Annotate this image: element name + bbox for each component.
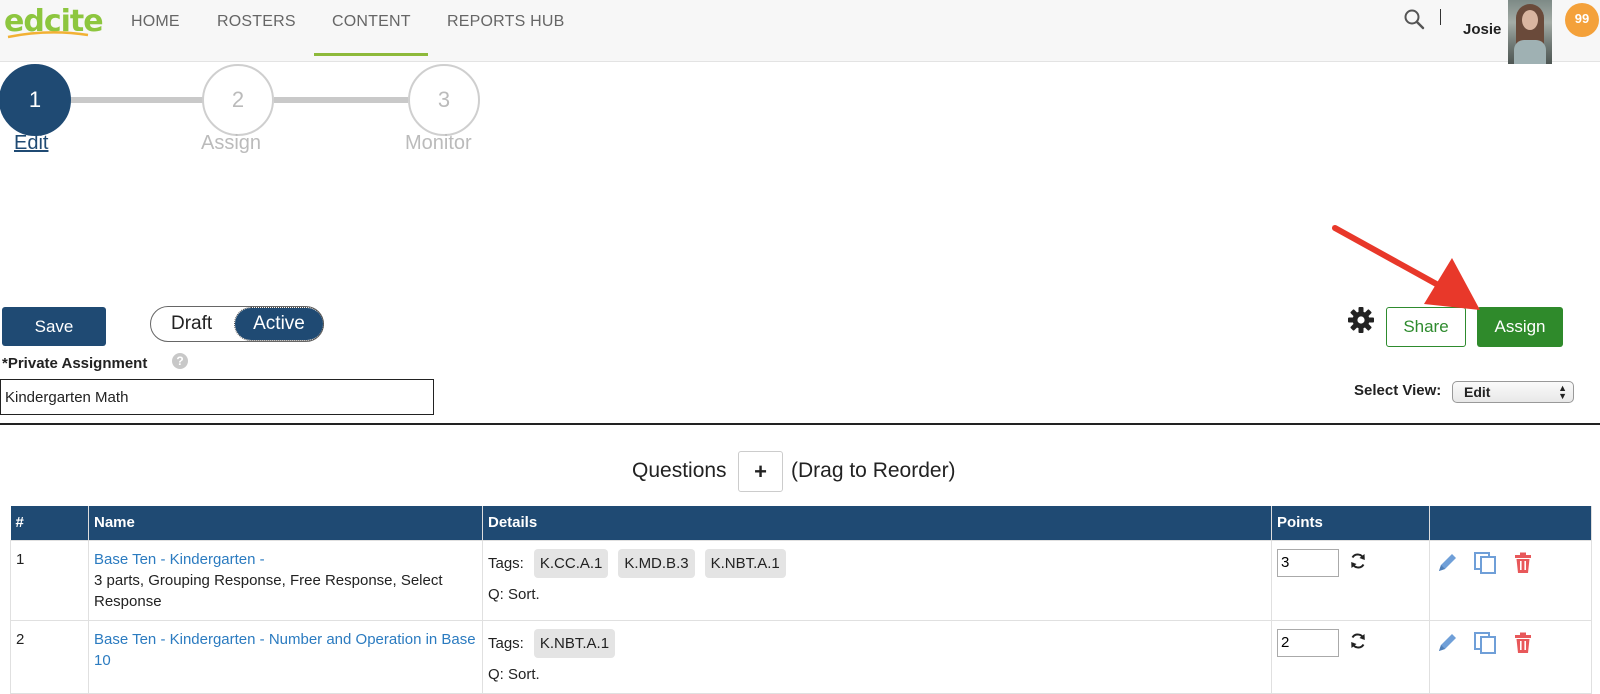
row-actions-cell [1429,619,1592,694]
questions-table: # Name Details Points 1 Base Ten - Kinde… [10,506,1592,694]
section-divider [0,423,1600,425]
tag-chip[interactable]: K.NBT.A.1 [533,628,616,658]
select-caret-icon: ▲ ▼ [1558,383,1567,401]
nav-reports-hub[interactable]: REPORTS HUB [447,12,564,56]
question-name-link[interactable]: Base Ten - Kindergarten - [94,549,477,570]
toggle-active-option[interactable]: Active [234,307,324,341]
refresh-icon[interactable] [1349,552,1367,570]
delete-trash-icon[interactable] [1511,551,1535,575]
points-input[interactable] [1277,628,1339,657]
tag-chip[interactable]: K.MD.B.3 [618,548,695,578]
points-input[interactable] [1277,548,1339,577]
tag-chip[interactable]: K.CC.A.1 [533,548,609,578]
status-toggle[interactable]: Draft Active [150,306,324,342]
question-description: 3 parts, Grouping Response, Free Respons… [94,571,443,610]
assignment-title-input[interactable] [0,379,434,415]
stepper-connector [70,97,204,103]
row-name-cell: Base Ten - Kindergarten - 3 parts, Group… [88,539,483,621]
row-name-cell: Base Ten - Kindergarten - Number and Ope… [88,619,483,694]
delete-trash-icon[interactable] [1511,631,1535,655]
step-2-circle[interactable]: 2 [202,64,274,136]
logo-swoosh-icon [7,31,89,39]
col-number: # [10,506,89,540]
table-row[interactable]: 2 Base Ten - Kindergarten - Number and O… [10,619,1592,694]
help-icon[interactable]: ? [172,353,188,369]
duplicate-icon[interactable] [1473,551,1497,575]
edit-pencil-icon[interactable] [1435,551,1459,575]
notification-badge[interactable]: 99 [1565,3,1599,37]
col-name: Name [88,506,483,540]
edit-pencil-icon[interactable] [1435,631,1459,655]
col-details: Details [482,506,1272,540]
row-number: 2 [10,619,89,694]
nav-rosters[interactable]: ROSTERS [217,12,296,56]
tag-chip[interactable]: K.NBT.A.1 [704,548,786,578]
save-button[interactable]: Save [2,307,106,346]
user-avatar[interactable] [1508,0,1552,64]
question-name-link[interactable]: Base Ten - Kindergarten - Number and Ope… [94,629,477,671]
questions-heading: Questions [632,459,727,482]
add-question-button[interactable]: + [738,451,783,492]
nav-home[interactable]: HOME [131,12,180,56]
stepper-connector [274,97,408,103]
duplicate-icon[interactable] [1473,631,1497,655]
top-navbar: edcite HOME ROSTERS CONTENT REPORTS HUB … [0,0,1600,64]
question-prompt: Q: Sort. [488,665,540,683]
tags-label: Tags: [488,554,524,572]
user-name[interactable]: Josie [1463,21,1501,38]
search-icon[interactable] [1403,8,1425,30]
select-view-label: Select View: [1354,382,1442,399]
select-view-value: Edit [1464,384,1491,400]
toggle-draft-option[interactable]: Draft [171,307,212,341]
step-assign-label[interactable]: Assign [201,132,261,155]
tags-label: Tags: [488,634,524,652]
row-points-cell [1271,539,1430,621]
question-prompt: Q: Sort. [488,585,540,603]
row-actions-cell [1429,539,1592,621]
drag-to-reorder-hint: (Drag to Reorder) [791,459,956,482]
step-edit-link[interactable]: Edit [14,132,48,155]
red-pointer-arrow-icon [1332,225,1480,310]
nav-content[interactable]: CONTENT [314,12,428,56]
table-header-row: # Name Details Points [10,506,1592,540]
row-points-cell [1271,619,1430,694]
assignment-title-label: *Private Assignment [2,355,148,372]
col-actions [1429,506,1592,540]
row-number: 1 [10,539,89,621]
refresh-icon[interactable] [1349,632,1367,650]
col-points: Points [1271,506,1430,540]
step-3-circle[interactable]: 3 [408,64,480,136]
step-1-circle[interactable]: 1 [0,64,71,136]
step-monitor-label[interactable]: Monitor [405,132,472,155]
select-view-dropdown[interactable]: Edit ▲ ▼ [1452,381,1574,403]
table-row[interactable]: 1 Base Ten - Kindergarten - 3 parts, Gro… [10,539,1592,621]
row-details-cell: Tags: K.NBT.A.1 Q: Sort. [482,619,1272,694]
row-details-cell: Tags: K.CC.A.1 K.MD.B.3 K.NBT.A.1 Q: Sor… [482,539,1272,621]
nav-divider [1440,9,1441,25]
